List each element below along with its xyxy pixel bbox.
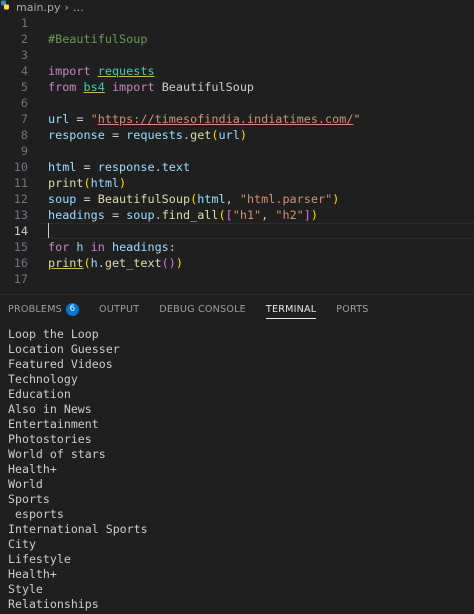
problems-count-badge: 6: [65, 302, 79, 316]
terminal-line: Featured Videos: [8, 357, 113, 371]
line-number: 13: [13, 208, 28, 222]
terminal-line: World: [8, 477, 43, 491]
editor-line[interactable]: 9: [0, 143, 474, 159]
editor-line[interactable]: 1: [0, 15, 474, 31]
editor-line[interactable]: 8 response = requests.get(url): [0, 127, 474, 143]
terminal-line: World of stars: [8, 447, 106, 461]
terminal-line: International Sports: [8, 522, 148, 536]
terminal-line: Also in News: [8, 402, 92, 416]
breadcrumb-more[interactable]: …: [73, 1, 84, 14]
text-cursor: [48, 223, 49, 238]
editor-line[interactable]: 7 url = "https://timesofindia.indiatimes.…: [0, 111, 474, 127]
terminal-line: Photostories: [8, 432, 92, 446]
editor-line[interactable]: 15 for h in headings:: [0, 239, 474, 255]
tab-output-label: OUTPUT: [98, 303, 140, 315]
line-number: 11: [13, 176, 28, 190]
line-number: 9: [20, 144, 28, 158]
terminal-output[interactable]: Loop the Loop Location Guesser Featured …: [0, 323, 474, 614]
breadcrumb-separator: ›: [64, 0, 69, 14]
line-number: 17: [13, 272, 28, 286]
line-number: 8: [20, 128, 28, 142]
python-file-icon: [1, 0, 9, 10]
tab-ports-label: PORTS: [336, 303, 369, 315]
editor-line[interactable]: 5 from bs4 import BeautifulSoup: [0, 79, 474, 95]
terminal-line: Sports: [8, 492, 50, 506]
line-number: 15: [13, 240, 28, 254]
terminal-line: esports: [8, 507, 64, 521]
line-number: 2: [20, 32, 28, 46]
terminal-line: Health+: [8, 567, 57, 581]
line-number: 3: [20, 48, 28, 62]
editor-line[interactable]: 17: [0, 271, 474, 287]
line-number: 12: [13, 192, 28, 206]
line-number: 5: [20, 80, 28, 94]
terminal-line: Style: [8, 582, 43, 596]
vscode-window: main.py › … 1 2 #BeautifulSoup 3 4 import …: [0, 0, 474, 614]
tab-terminal[interactable]: TERMINAL: [265, 295, 317, 323]
editor-line[interactable]: 3: [0, 47, 474, 63]
terminal-line: City: [8, 537, 36, 551]
terminal-line: Relationships: [8, 597, 99, 611]
tab-problems[interactable]: PROBLEMS 6: [8, 295, 79, 323]
terminal-line: Location Guesser: [8, 342, 120, 356]
terminal-line: Education: [8, 387, 71, 401]
editor-line[interactable]: 12 soup = BeautifulSoup(html, "html.parse…: [0, 191, 474, 207]
tab-output[interactable]: OUTPUT: [99, 295, 139, 323]
editor-line[interactable]: 16 print(h.get_text()): [0, 255, 474, 271]
tab-problems-label: PROBLEMS: [8, 303, 62, 315]
code-editor[interactable]: 1 2 #BeautifulSoup 3 4 import requests 5 fr…: [0, 14, 474, 294]
tab-terminal-label: TERMINAL: [265, 303, 317, 315]
line-number: 14: [13, 224, 28, 238]
editor-line[interactable]: 2 #BeautifulSoup: [0, 31, 474, 47]
editor-line[interactable]: 11 print(html): [0, 175, 474, 191]
tab-debug-console-label: DEBUG CONSOLE: [159, 303, 246, 315]
editor-line[interactable]: 10 html = response.text: [0, 159, 474, 175]
editor-line[interactable]: 13 headings = soup.find_all(["h1", "h2"]): [0, 207, 474, 223]
line-number: 10: [13, 160, 28, 174]
line-number: 16: [13, 256, 28, 270]
line-number: 4: [20, 64, 28, 78]
tab-ports[interactable]: PORTS: [336, 295, 368, 323]
line-number: 1: [20, 16, 28, 30]
terminal-line: Lifestyle: [8, 552, 71, 566]
editor-line[interactable]: 14: [0, 223, 474, 239]
terminal-line: Health+: [8, 462, 57, 476]
terminal-line: Entertainment: [8, 417, 99, 431]
tab-debug-console[interactable]: DEBUG CONSOLE: [159, 295, 246, 323]
editor-line[interactable]: 6: [0, 95, 474, 111]
breadcrumb: main.py › …: [0, 0, 474, 14]
editor-line[interactable]: 4 import requests: [0, 63, 474, 79]
line-number: 6: [20, 96, 28, 110]
line-number: 7: [20, 112, 28, 126]
terminal-line: Technology: [8, 372, 78, 386]
breadcrumb-file[interactable]: main.py: [16, 1, 60, 14]
terminal-line: Loop the Loop: [8, 327, 99, 341]
panel-tab-bar: PROBLEMS 6 OUTPUT DEBUG CONSOLE TERMINAL…: [0, 295, 474, 323]
